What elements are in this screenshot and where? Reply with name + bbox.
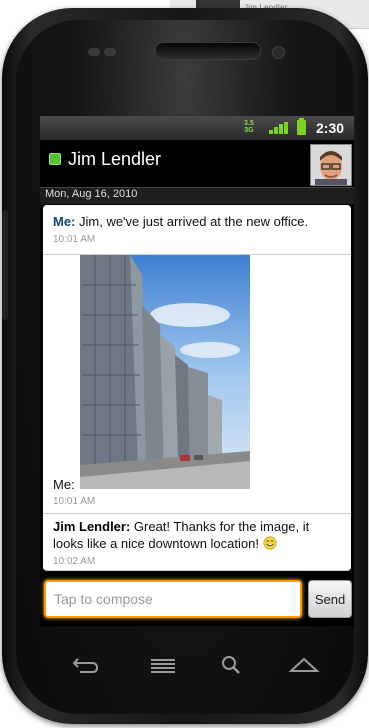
- message-item[interactable]: Jim Lendler: Great! Thanks for the image…: [43, 514, 351, 571]
- message-text: Me: Jim, we've just arrived at the new o…: [53, 213, 308, 230]
- network-indicator: 3.5 3G: [244, 120, 254, 134]
- menu-icon[interactable]: [143, 650, 183, 680]
- send-button[interactable]: Send: [308, 580, 352, 618]
- search-icon[interactable]: [212, 650, 252, 680]
- back-icon[interactable]: [66, 650, 106, 680]
- battery-icon: [297, 118, 306, 135]
- message-sender: Me:: [53, 214, 76, 229]
- smiley-emoji-icon: [262, 536, 277, 550]
- compose-input[interactable]: [44, 580, 302, 618]
- message-body: Jim, we've just arrived at the new offic…: [75, 214, 309, 229]
- hardware-softkeys: [40, 650, 330, 680]
- home-icon[interactable]: [284, 650, 324, 680]
- signal-strength-icon: [269, 122, 288, 134]
- conversation-date: Mon, Aug 16, 2010: [45, 188, 138, 200]
- light-sensor: [104, 48, 116, 56]
- message-time: 10:01 AM: [53, 496, 96, 507]
- message-sender: Jim Lendler:: [53, 519, 131, 534]
- phone-screen: 3.5 3G 2:30 Jim Lendler Mon, Aug 16, 201…: [40, 116, 354, 626]
- message-time: 10:02 AM: [53, 556, 96, 567]
- avatar-photo: [311, 145, 351, 185]
- status-bar: 3.5 3G 2:30: [40, 116, 354, 140]
- message-item[interactable]: Me: Jim, we've just arrived at the new o…: [43, 205, 351, 255]
- message-text: Jim Lendler: Great! Thanks for the image…: [53, 518, 343, 552]
- status-time: 2:30: [316, 120, 345, 136]
- earpiece-speaker: [155, 42, 261, 60]
- message-time: 10:01 AM: [53, 234, 96, 245]
- volume-button: [2, 210, 8, 320]
- proximity-sensor: [88, 48, 100, 56]
- contact-avatar[interactable]: [310, 144, 352, 186]
- network-speed: 3.5: [244, 120, 254, 127]
- message-item[interactable]: Me: 10:01 AM: [43, 255, 351, 514]
- presence-status-icon: [49, 153, 61, 165]
- building-photo: [80, 255, 250, 489]
- network-type: 3G: [244, 127, 254, 134]
- photo-attachment[interactable]: [80, 255, 250, 489]
- contact-name: Jim Lendler: [68, 149, 162, 169]
- message-sender: Me:: [53, 477, 75, 492]
- front-camera: [272, 46, 285, 59]
